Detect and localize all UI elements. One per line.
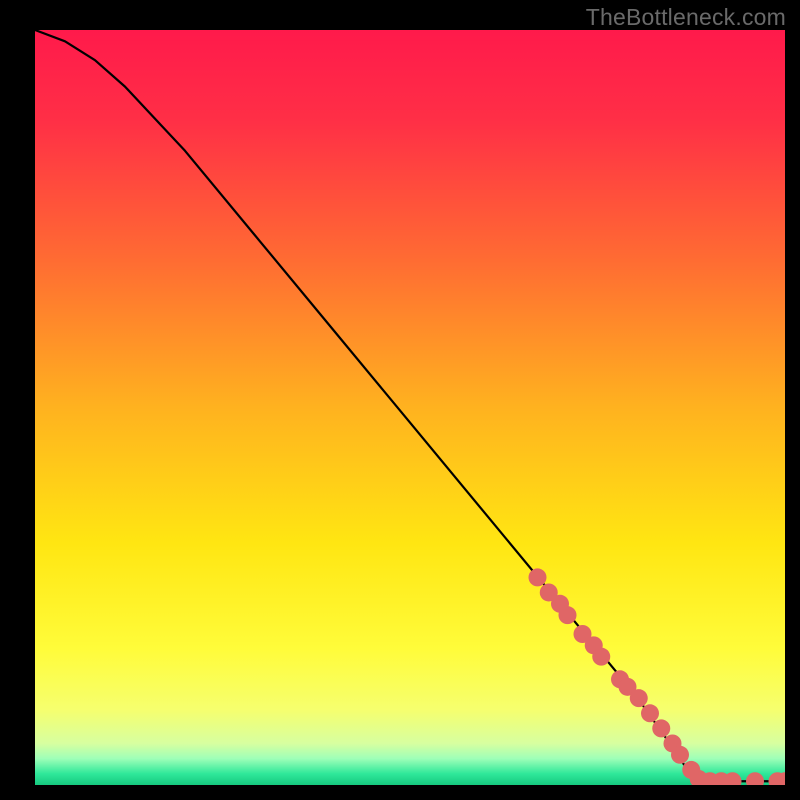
data-marker [529, 568, 547, 586]
data-marker [652, 719, 670, 737]
plot-area [35, 30, 785, 785]
data-marker [592, 648, 610, 666]
watermark-text: TheBottleneck.com [586, 4, 786, 31]
chart-stage: TheBottleneck.com [0, 0, 800, 800]
plot-svg [35, 30, 785, 785]
gradient-background [35, 30, 785, 785]
data-marker [630, 689, 648, 707]
data-marker [559, 606, 577, 624]
data-marker [641, 704, 659, 722]
data-marker [671, 746, 689, 764]
